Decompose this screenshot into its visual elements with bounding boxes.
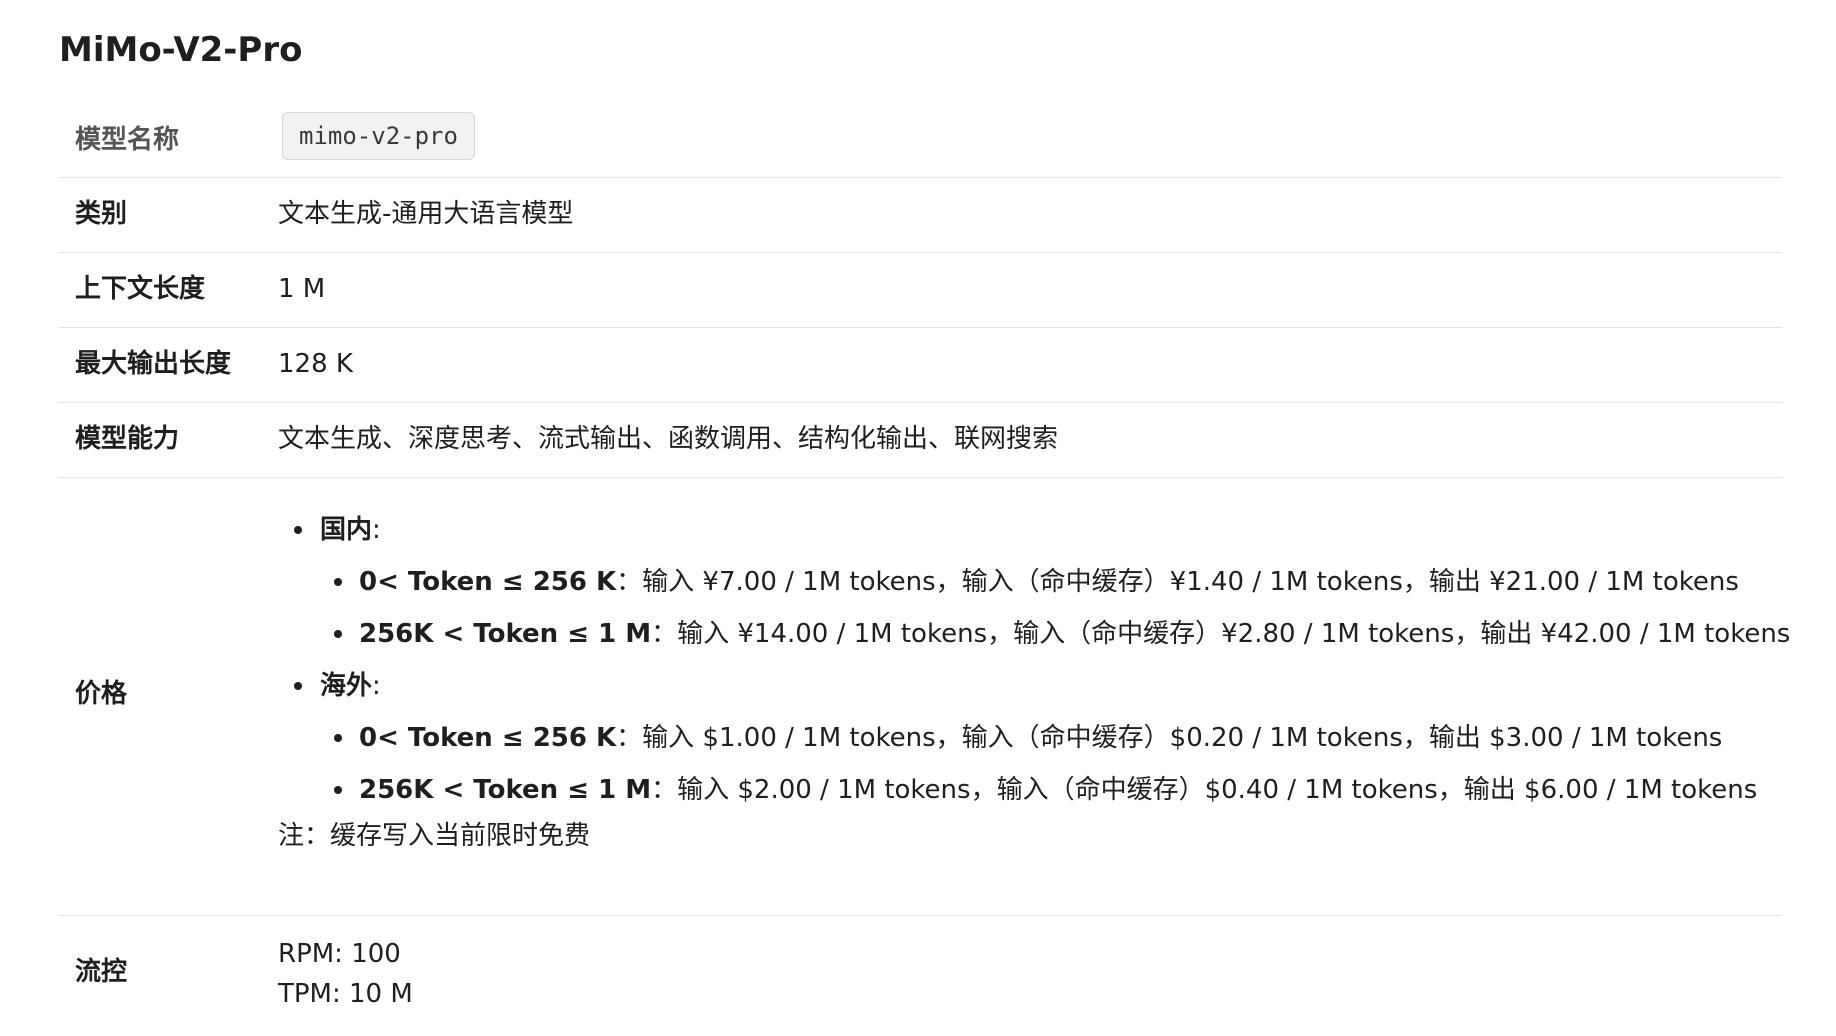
max-output-label: 最大输出长度 [75,349,232,379]
price-tier-item: 0< Token ≤ 256 K：输入 ¥7.00 / 1M tokens，输入… [278,556,1790,608]
pricing-list: 国内: 0< Token ≤ 256 K：输入 ¥7.00 / 1M token… [278,504,1790,816]
model-spec-page: MiMo-V2-Pro 模型名称 mimo-v2-pro 类别 文本生成-通用大… [0,0,1836,1036]
bullet-icon [334,578,342,586]
tier-detail: ：输入 $2.00 / 1M tokens，输入（命中缓存）$0.40 / 1M… [651,775,1758,805]
category-value: 文本生成-通用大语言模型 [278,199,574,229]
row-category: 类别 文本生成-通用大语言模型 [59,178,1782,253]
region-item-domestic: 国内: [278,504,1790,556]
tpm-value: TPM: 10 M [278,979,413,1009]
bullet-icon [334,786,342,794]
tier-label: 0< Token ≤ 256 K [359,567,617,597]
spec-table: 模型名称 mimo-v2-pro 类别 文本生成-通用大语言模型 上下文长度 1… [59,104,1790,1026]
price-tier-item: 0< Token ≤ 256 K：输入 $1.00 / 1M tokens，输入… [278,712,1790,764]
model-id-code: mimo-v2-pro [282,112,475,160]
bullet-icon [334,630,342,638]
rpm-value: RPM: 100 [278,939,401,969]
context-length-label: 上下文长度 [75,274,206,304]
price-tier-item: 256K < Token ≤ 1 M：输入 $2.00 / 1M tokens，… [278,764,1790,816]
region-label: 海外 [320,671,373,701]
tier-label: 256K < Token ≤ 1 M [359,619,652,649]
bullet-icon [334,734,342,742]
model-name-label: 模型名称 [75,125,180,155]
region-label: 国内 [320,515,373,545]
rate-limit-values: RPM: 100 TPM: 10 M [278,934,413,1014]
bullet-icon [294,682,302,690]
row-capabilities: 模型能力 文本生成、深度思考、流式输出、函数调用、结构化输出、联网搜索 [59,403,1782,478]
capabilities-value: 文本生成、深度思考、流式输出、函数调用、结构化输出、联网搜索 [278,424,1059,454]
row-max-output: 最大输出长度 128 K [59,328,1782,403]
tier-detail: ：输入 ¥14.00 / 1M tokens，输入（命中缓存）¥2.80 / 1… [651,619,1791,649]
capabilities-label: 模型能力 [75,424,180,454]
tier-label: 256K < Token ≤ 1 M [359,775,652,805]
row-rate-limit: 流控 RPM: 100 TPM: 10 M [59,916,1782,1026]
row-pricing: 价格 国内: 0< Token ≤ 256 K：输入 ¥7.00 / 1M to… [59,478,1790,916]
rate-limit-label: 流控 [75,957,128,987]
pricing-note: 注：缓存写入当前限时免费 [278,821,591,851]
price-tier-item: 256K < Token ≤ 1 M：输入 ¥14.00 / 1M tokens… [278,608,1790,660]
region-colon: : [372,515,381,545]
tier-label: 0< Token ≤ 256 K [359,723,617,753]
category-label: 类别 [75,199,128,229]
page-title: MiMo-V2-Pro [59,30,303,70]
tier-detail: ：输入 $1.00 / 1M tokens，输入（命中缓存）$0.20 / 1M… [616,723,1723,753]
region-item-overseas: 海外: [278,660,1790,712]
region-colon: : [372,671,381,701]
context-length-value: 1 M [278,274,326,304]
bullet-icon [294,526,302,534]
row-context-length: 上下文长度 1 M [59,253,1782,328]
tier-detail: ：输入 ¥7.00 / 1M tokens，输入（命中缓存）¥1.40 / 1M… [616,567,1739,597]
pricing-label: 价格 [75,679,128,709]
row-model-name: 模型名称 mimo-v2-pro [59,104,1782,178]
max-output-value: 128 K [278,349,353,379]
